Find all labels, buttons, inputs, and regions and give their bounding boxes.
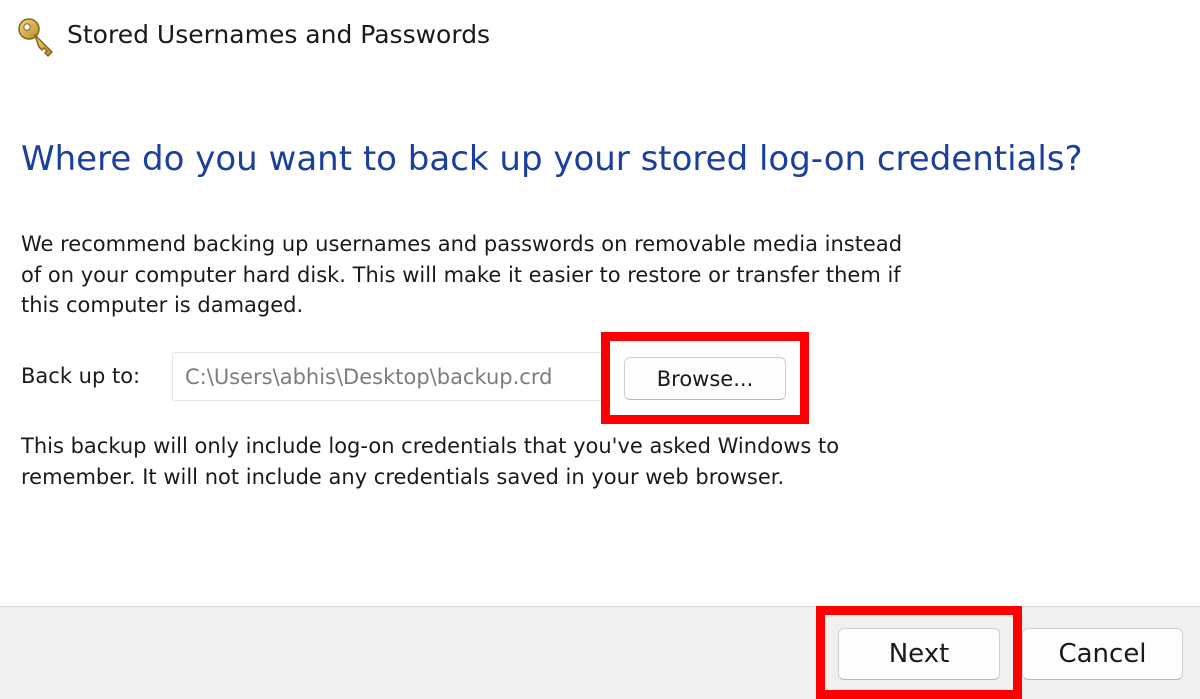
backup-location-label: Back up to:	[21, 364, 141, 388]
dialog-footer	[0, 606, 1200, 699]
credential-backup-dialog: Stored Usernames and Passwords Where do …	[0, 0, 1200, 699]
recommendation-text: We recommend backing up usernames and pa…	[21, 232, 903, 317]
key-icon	[16, 16, 58, 58]
backup-path-input[interactable]	[172, 352, 604, 401]
window-title: Stored Usernames and Passwords	[67, 20, 491, 49]
title-bar: Stored Usernames and Passwords	[0, 0, 1200, 76]
cancel-button[interactable]: Cancel	[1022, 628, 1183, 680]
page-heading: Where do you want to back up your stored…	[21, 139, 1083, 179]
browse-button[interactable]: Browse...	[624, 357, 786, 400]
next-button[interactable]: Next	[838, 628, 1000, 680]
backup-scope-note: This backup will only include log-on cre…	[21, 434, 840, 489]
